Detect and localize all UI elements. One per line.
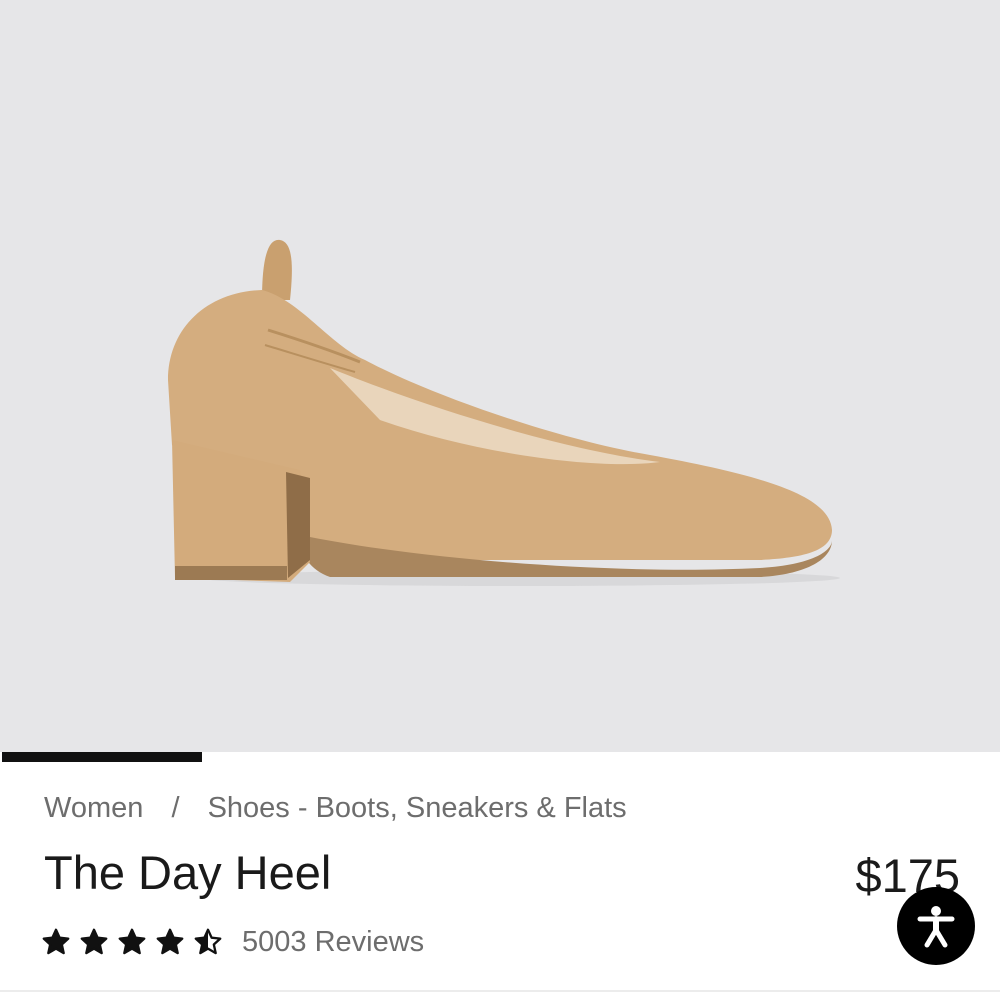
reviews-link[interactable]: 5003 Reviews <box>242 926 424 959</box>
product-title: The Day Heel <box>44 846 332 899</box>
rating-stars <box>42 928 232 956</box>
product-image-gallery[interactable] <box>0 0 1000 762</box>
breadcrumb: Women / Shoes - Boots, Sneakers & Flats <box>44 792 627 825</box>
star-full-icon <box>156 928 184 955</box>
star-full-icon <box>80 928 108 955</box>
gallery-progress-track <box>0 752 1000 762</box>
gallery-progress-indicator <box>2 752 202 762</box>
breadcrumb-link-shoes[interactable]: Shoes - Boots, Sneakers & Flats <box>208 792 627 824</box>
product-rating[interactable]: 5003 Reviews <box>42 922 424 962</box>
accessibility-button[interactable] <box>897 887 975 965</box>
star-full-icon <box>42 928 70 955</box>
product-image <box>168 239 840 586</box>
star-half-icon <box>194 928 222 955</box>
accessibility-icon <box>917 906 955 948</box>
star-full-icon <box>118 928 146 955</box>
divider <box>0 990 1000 992</box>
breadcrumb-link-women[interactable]: Women <box>44 792 143 824</box>
breadcrumb-separator: / <box>171 792 180 824</box>
